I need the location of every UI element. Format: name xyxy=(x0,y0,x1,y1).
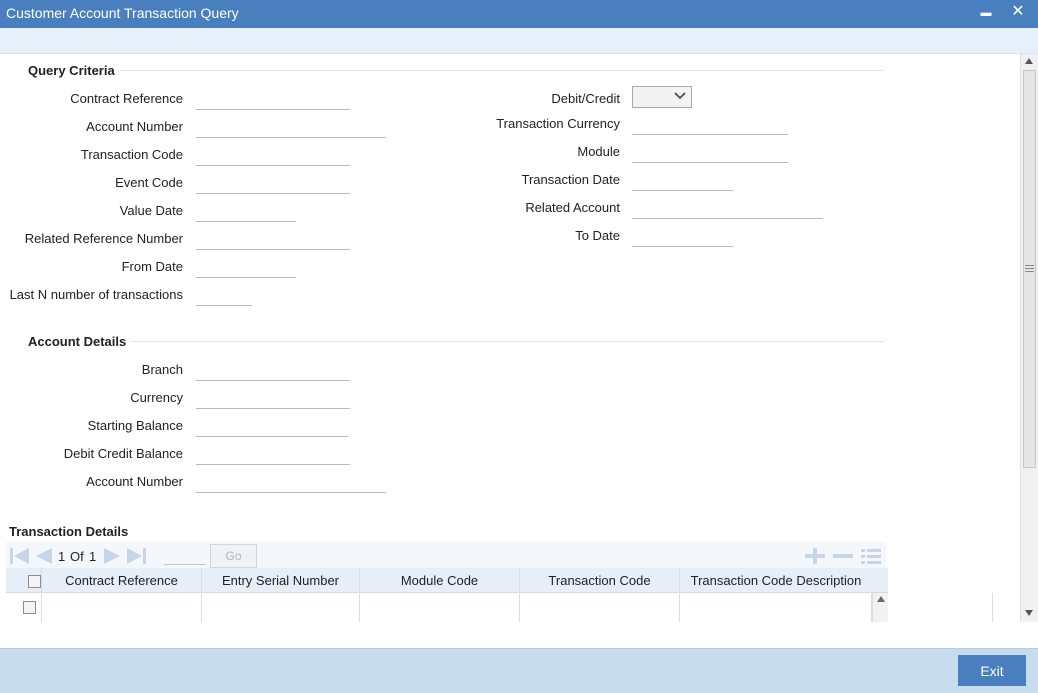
query-criteria-rule xyxy=(120,70,884,71)
next-page-icon[interactable] xyxy=(100,546,124,566)
pager-of-label: Of xyxy=(70,549,84,564)
window-titlebar: Customer Account Transaction Query ▬ ✕ xyxy=(0,0,1038,28)
row-select-cell xyxy=(6,593,42,622)
currency-input[interactable] xyxy=(196,389,350,409)
debit-credit-label: Debit/Credit xyxy=(551,91,620,106)
col-module-code-label: Module Code xyxy=(400,573,479,588)
footer-bar: Exit xyxy=(0,648,1038,693)
page-scrollbar[interactable] xyxy=(1020,54,1038,622)
cell-transaction-code-description xyxy=(680,593,872,622)
row-checkbox[interactable] xyxy=(23,601,36,614)
toolbar-strip xyxy=(0,28,1038,54)
page-number-input[interactable] xyxy=(164,545,206,565)
to-date-input[interactable] xyxy=(632,227,733,247)
chevron-down-icon xyxy=(674,92,686,100)
grid-header-row: Contract Reference Entry Serial Number M… xyxy=(6,568,888,593)
transaction-date-label: Transaction Date xyxy=(521,172,620,187)
account-number-label: Account Number xyxy=(86,119,183,134)
first-page-icon[interactable] xyxy=(8,546,32,566)
related-reference-number-label: Related Reference Number xyxy=(24,231,183,246)
select-all-cell xyxy=(6,568,42,592)
add-row-icon[interactable] xyxy=(803,546,827,566)
transaction-code-label: Transaction Code xyxy=(80,147,183,162)
last-page-icon[interactable] xyxy=(124,546,148,566)
previous-page-icon[interactable] xyxy=(32,546,56,566)
related-account-label: Related Account xyxy=(525,200,620,215)
grid-scroll-up-icon[interactable] xyxy=(876,596,885,602)
cell-module-code xyxy=(360,593,520,622)
go-button[interactable]: Go xyxy=(210,544,257,568)
cell-contract-reference xyxy=(42,593,202,622)
col-transaction-code-description[interactable]: Transaction Code Description xyxy=(680,568,872,592)
query-criteria-title: Query Criteria xyxy=(28,63,115,78)
event-code-input[interactable] xyxy=(196,174,350,194)
close-icon[interactable]: ✕ xyxy=(1008,2,1028,22)
pager: 1 Of 1 Go xyxy=(6,542,886,570)
related-account-input[interactable] xyxy=(632,199,823,219)
value-date-input[interactable] xyxy=(196,202,296,222)
window-title: Customer Account Transaction Query xyxy=(6,5,239,21)
select-all-checkbox[interactable] xyxy=(28,575,41,588)
grid-scrollbar[interactable] xyxy=(872,593,888,622)
col-contract-reference[interactable]: Contract Reference xyxy=(42,568,202,592)
transaction-code-input[interactable] xyxy=(196,146,350,166)
col-module-code[interactable]: Module Code xyxy=(360,568,520,592)
account-details-account-number-input[interactable] xyxy=(196,473,386,493)
branch-label: Branch xyxy=(141,362,183,377)
scroll-down-icon[interactable] xyxy=(1025,610,1033,616)
account-details-account-number-label: Account Number xyxy=(86,474,183,489)
to-date-label: To Date xyxy=(575,228,620,243)
minimize-icon[interactable]: ▬ xyxy=(976,3,996,23)
module-label: Module xyxy=(577,144,620,159)
col-contract-reference-label: Contract Reference xyxy=(65,573,178,588)
branch-input[interactable] xyxy=(196,361,350,381)
transaction-date-input[interactable] xyxy=(632,171,733,191)
cell-transaction-code xyxy=(520,593,680,622)
view-list-icon[interactable] xyxy=(859,546,883,566)
col-entry-serial-number-label: Entry Serial Number xyxy=(221,573,340,588)
exit-button[interactable]: Exit xyxy=(958,655,1026,686)
transaction-currency-label: Transaction Currency xyxy=(496,116,620,131)
starting-balance-input[interactable] xyxy=(196,417,348,437)
from-date-label: From Date xyxy=(121,259,183,274)
debit-credit-balance-label: Debit Credit Balance xyxy=(63,446,183,461)
col-transaction-code-description-label: Transaction Code Description xyxy=(690,573,862,588)
from-date-input[interactable] xyxy=(196,258,296,278)
account-number-input[interactable] xyxy=(196,118,386,138)
cell-entry-serial-number xyxy=(202,593,360,622)
last-n-transactions-label: Last N number of transactions xyxy=(9,287,183,302)
col-entry-serial-number[interactable]: Entry Serial Number xyxy=(202,568,360,592)
scroll-up-icon[interactable] xyxy=(1025,58,1033,64)
table-row[interactable] xyxy=(6,593,888,622)
account-details-rule xyxy=(130,341,884,342)
col-transaction-code-label: Transaction Code xyxy=(548,573,651,588)
scroll-thumb[interactable] xyxy=(1023,70,1036,468)
delete-row-icon[interactable] xyxy=(831,546,855,566)
transaction-currency-input[interactable] xyxy=(632,115,788,135)
pager-current: 1 xyxy=(58,549,66,564)
account-details-title: Account Details xyxy=(28,334,127,349)
col-transaction-code[interactable]: Transaction Code xyxy=(520,568,680,592)
value-date-label: Value Date xyxy=(119,203,183,218)
transaction-details-title: Transaction Details xyxy=(9,524,129,539)
currency-label: Currency xyxy=(130,390,183,405)
event-code-label: Event Code xyxy=(115,175,183,190)
related-reference-number-input[interactable] xyxy=(196,230,350,250)
module-input[interactable] xyxy=(632,143,788,163)
grid-divider xyxy=(992,593,993,622)
pager-total: 1 xyxy=(89,549,97,564)
grip-icon xyxy=(1025,265,1034,272)
contract-reference-label: Contract Reference xyxy=(70,91,183,106)
debit-credit-select[interactable] xyxy=(632,86,692,108)
last-n-transactions-input[interactable] xyxy=(196,286,252,306)
debit-credit-balance-input[interactable] xyxy=(196,445,350,465)
starting-balance-label: Starting Balance xyxy=(87,418,183,433)
contract-reference-input[interactable] xyxy=(196,90,350,110)
